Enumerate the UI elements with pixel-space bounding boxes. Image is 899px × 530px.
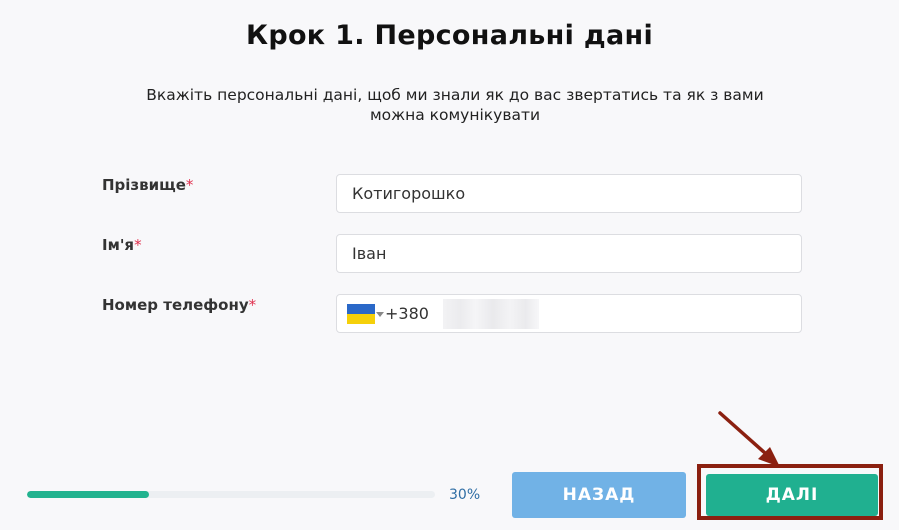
phone-label: Номер телефону*: [102, 296, 256, 314]
chevron-down-icon[interactable]: [376, 312, 384, 317]
name-field[interactable]: [336, 234, 802, 273]
phone-field[interactable]: +380: [336, 294, 802, 333]
name-label: Ім'я*: [102, 236, 142, 254]
back-button[interactable]: НАЗАД: [512, 472, 686, 518]
page-title: Крок 1. Персональні дані: [245, 20, 654, 51]
surname-label: Прізвище*: [102, 176, 193, 194]
phone-label-text: Номер телефону: [102, 296, 249, 314]
country-code: +380: [385, 304, 429, 323]
phone-number-redacted[interactable]: [442, 298, 539, 329]
required-mark: *: [134, 236, 142, 254]
required-mark: *: [185, 176, 194, 194]
progress-percent: 30%: [449, 487, 481, 503]
name-label-text: Ім'я: [102, 236, 135, 254]
next-button[interactable]: ДАЛІ: [706, 474, 878, 516]
name-input[interactable]: [337, 244, 801, 263]
ukraine-flag-icon[interactable]: [347, 303, 375, 324]
page-subtitle: Вкажіть персональні дані, щоб ми знали я…: [146, 86, 764, 124]
surname-label-text: Прізвище: [102, 176, 186, 194]
progress-bar-fill: [27, 491, 150, 498]
surname-field[interactable]: [336, 174, 802, 213]
annotation-arrow-icon: [718, 411, 780, 467]
required-mark: *: [248, 296, 257, 314]
progress-bar: [27, 491, 435, 498]
surname-input[interactable]: [337, 184, 801, 203]
